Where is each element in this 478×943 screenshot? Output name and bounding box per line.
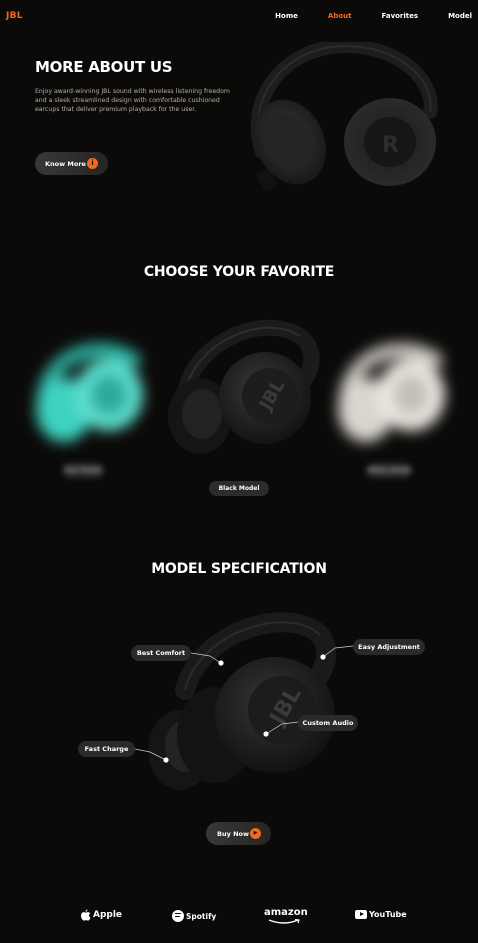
spotify-label: Spotify <box>186 911 217 921</box>
feature-easy-adjustment: Easy Adjustment <box>353 639 425 655</box>
amazon-smile-icon <box>268 919 300 924</box>
choose-title: CHOOSE YOUR FAVORITE <box>143 264 335 280</box>
spotify-icon <box>172 910 184 922</box>
feature-best-comfort: Best Comfort <box>131 645 191 661</box>
brand-logos: Apple Spotify amazon YouTube <box>0 905 478 927</box>
feature-custom-audio: Custom Audio <box>298 715 358 731</box>
teal-model-label[interactable]: Teal Model <box>62 463 104 478</box>
logo[interactable]: JBL <box>6 11 23 21</box>
youtube-label: YouTube <box>369 910 407 919</box>
nav-home[interactable]: Home <box>275 12 298 20</box>
nav-about[interactable]: About <box>328 12 352 20</box>
buy-now-label: Buy Now <box>217 829 249 838</box>
black-model-label[interactable]: Black Model <box>209 481 269 496</box>
apple-label: Apple <box>93 910 123 920</box>
svg-text:R: R <box>382 133 399 158</box>
top-nav: Home About Favorites Model <box>275 12 472 20</box>
youtube-logo[interactable]: YouTube <box>355 910 407 919</box>
hero-headphones-image: R <box>250 42 438 192</box>
about-description: Enjoy award-winning JBL sound with wirel… <box>35 88 230 113</box>
amazon-label: amazon <box>264 907 308 918</box>
page: JBL Home About Favorites Model MORE ABOU… <box>0 0 478 943</box>
feature-fast-charge: Fast Charge <box>78 741 135 757</box>
spec-title: MODEL SPECIFICATION <box>151 561 327 577</box>
spec-headphones-image: JBL <box>148 612 337 790</box>
amazon-logo[interactable]: amazon <box>264 907 308 924</box>
youtube-icon <box>355 910 367 919</box>
about-title: MORE ABOUT US <box>35 58 173 76</box>
play-icon: ▶ <box>250 828 261 839</box>
know-more-label: Know More <box>45 159 86 168</box>
white-model-label[interactable]: White Model <box>366 463 412 478</box>
spotify-logo[interactable]: Spotify <box>172 910 216 922</box>
apple-icon <box>81 909 91 921</box>
buy-now-button[interactable]: Buy Now ▶ <box>206 822 271 845</box>
info-icon: i <box>87 158 98 169</box>
nav-favorites[interactable]: Favorites <box>381 12 418 20</box>
nav-model[interactable]: Model <box>448 12 472 20</box>
know-more-button[interactable]: Know More i <box>35 152 108 175</box>
white-headphones-image[interactable] <box>326 330 456 450</box>
teal-headphones-image[interactable] <box>24 330 154 450</box>
black-headphones-image[interactable]: JBL <box>160 316 330 462</box>
apple-logo[interactable]: Apple <box>80 909 122 921</box>
